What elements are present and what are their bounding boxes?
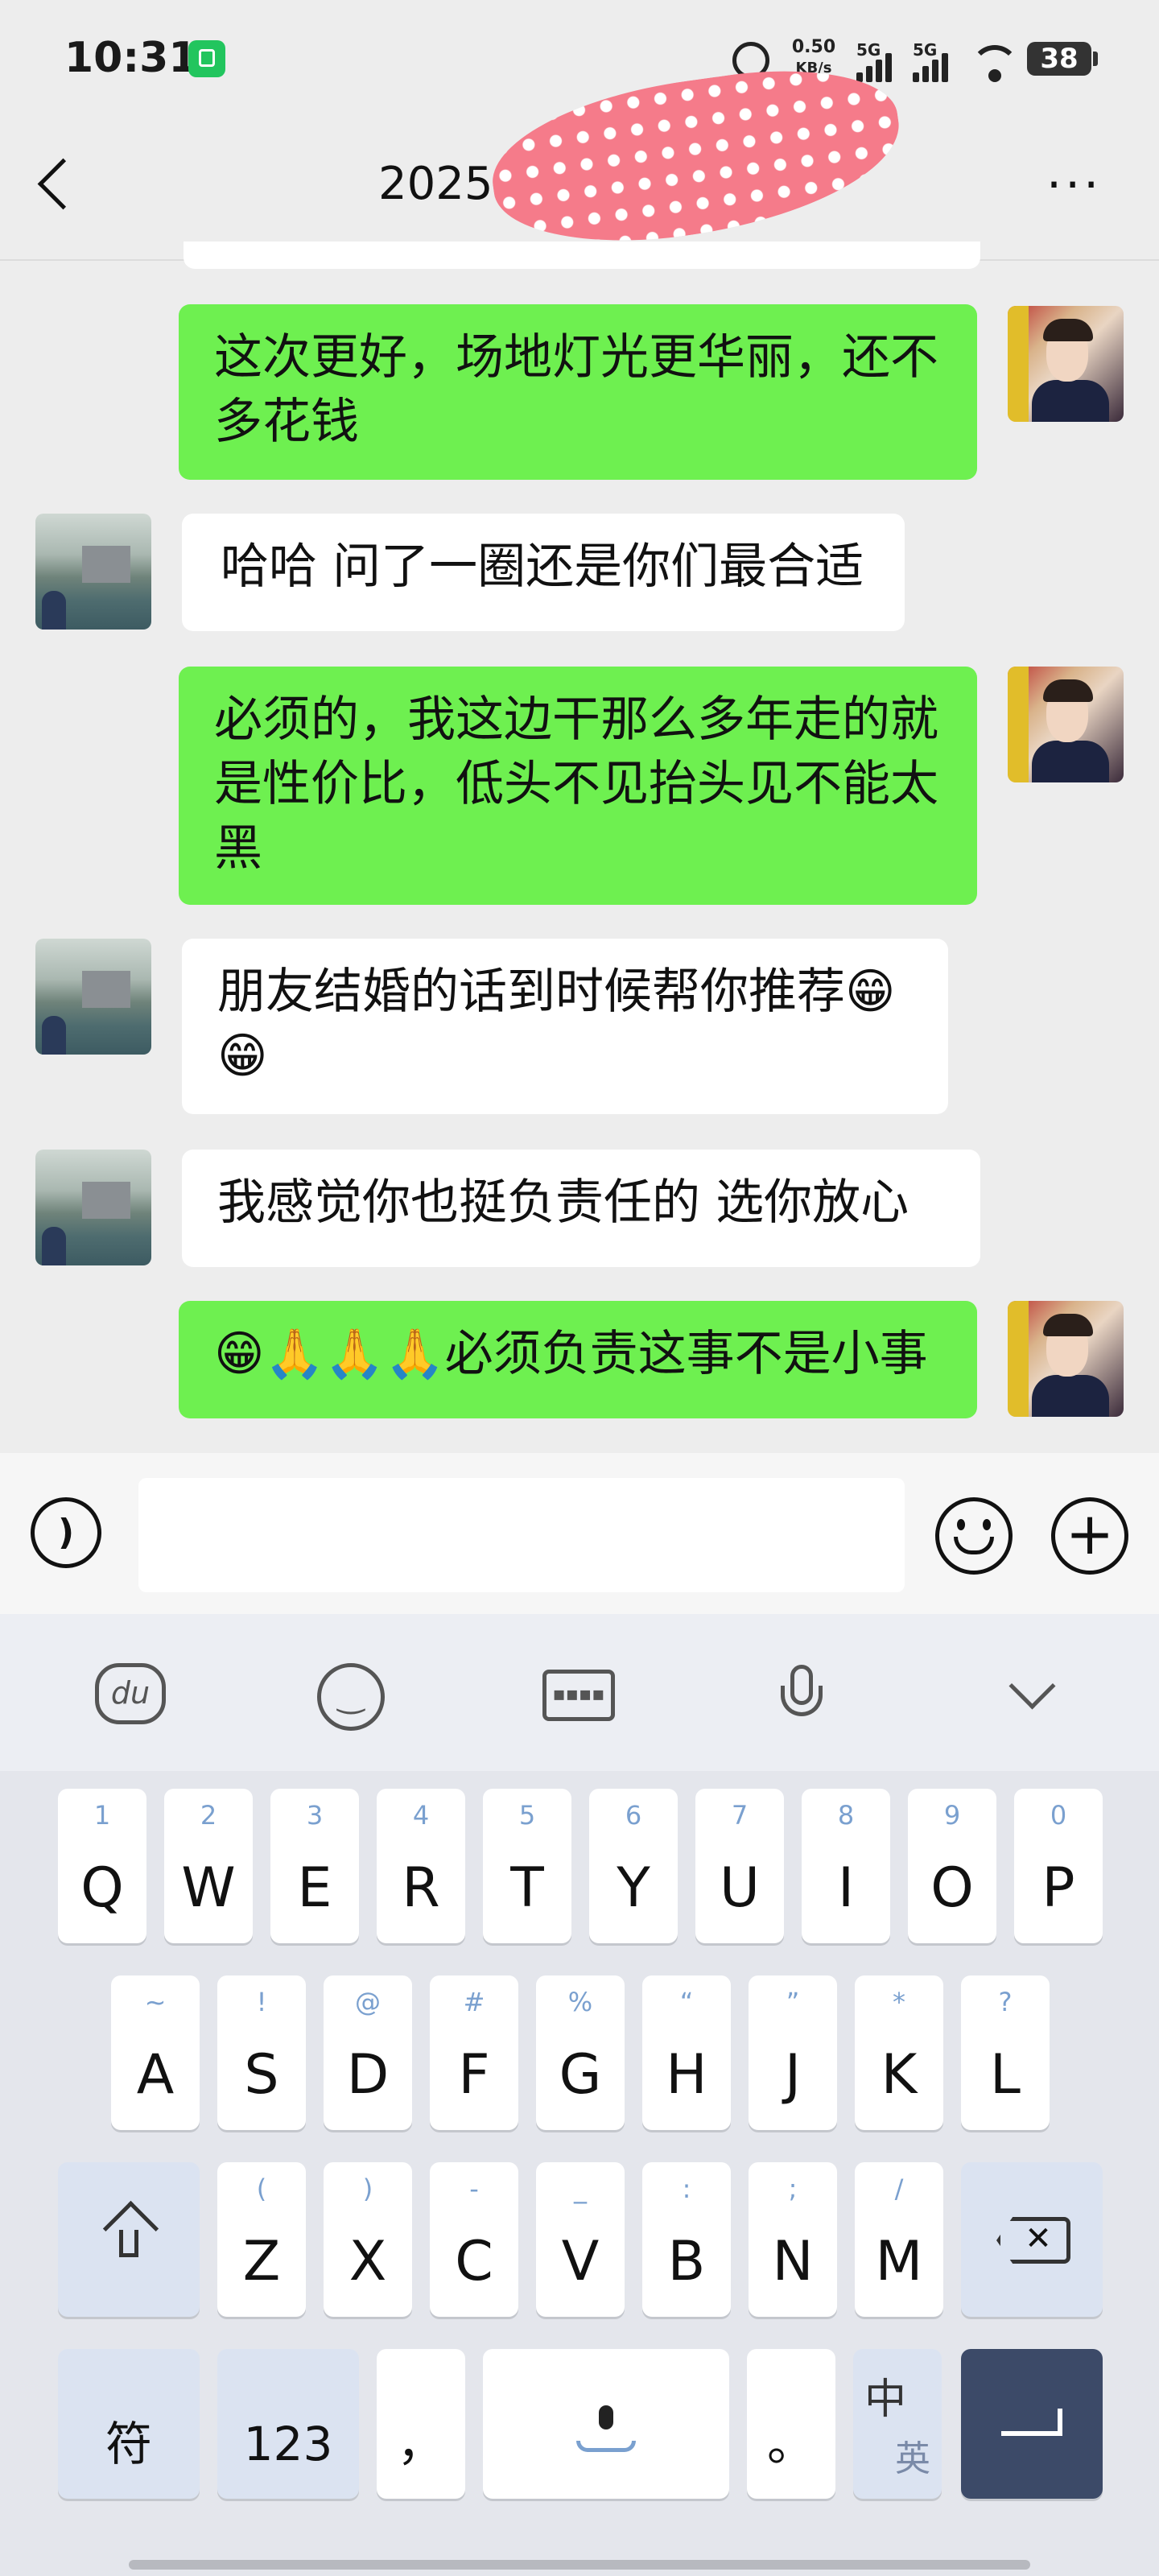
emoji-icon[interactable] bbox=[935, 1497, 1013, 1575]
key-i[interactable]: 8I bbox=[802, 1789, 890, 1943]
key-a[interactable]: ~ A bbox=[111, 1975, 200, 2130]
key-h[interactable]: “H bbox=[642, 1975, 731, 2130]
enter-key[interactable] bbox=[961, 2349, 1103, 2499]
key-c[interactable]: -C bbox=[430, 2162, 518, 2317]
key-w[interactable]: 2W bbox=[164, 1789, 253, 1943]
keyboard-icon[interactable]: ▪▪▪▪ bbox=[542, 1670, 615, 1721]
backspace-key[interactable]: ✕ bbox=[961, 2162, 1103, 2317]
key-z[interactable]: (Z bbox=[217, 2162, 306, 2317]
message-bubble-me[interactable]: 😁🙏🙏🙏必须负责这事不是小事 bbox=[179, 1301, 977, 1418]
key-e[interactable]: 3E bbox=[270, 1789, 359, 1943]
message-input[interactable] bbox=[138, 1478, 905, 1592]
message-bubble-other[interactable]: 哈哈 问了一圈还是你们最合适 bbox=[182, 514, 905, 631]
key-f[interactable]: # F bbox=[430, 1975, 518, 2130]
plus-icon[interactable]: + bbox=[1051, 1497, 1128, 1575]
signal-icon-1: 5G bbox=[856, 40, 898, 82]
my-avatar[interactable] bbox=[1008, 667, 1124, 782]
network-label-2: 5G bbox=[913, 40, 938, 60]
back-button[interactable] bbox=[37, 158, 89, 210]
key-s[interactable]: ! S bbox=[217, 1975, 306, 2130]
network-label-1: 5G bbox=[856, 40, 881, 60]
period-key[interactable]: 。 bbox=[747, 2349, 835, 2499]
message-bubble-me[interactable]: 这次更好，场地灯光更华丽，还不多花钱 bbox=[179, 304, 977, 480]
my-avatar[interactable] bbox=[1008, 306, 1124, 422]
chevron-down-icon[interactable] bbox=[1006, 1662, 1056, 1728]
battery-icon: 38 bbox=[1027, 42, 1091, 76]
lang-top: 中 bbox=[864, 2376, 907, 2424]
app-notification-icon bbox=[188, 40, 225, 77]
message-bubble-other[interactable]: 我感觉你也挺负责任的 选你放心 bbox=[182, 1150, 980, 1267]
microphone-icon[interactable] bbox=[777, 1663, 826, 1728]
signal-icon-2: 5G bbox=[913, 40, 955, 82]
home-indicator[interactable] bbox=[129, 2560, 1030, 2570]
key-d[interactable]: @ D bbox=[324, 1975, 412, 2130]
key-k[interactable]: * K bbox=[855, 1975, 943, 2130]
key-u[interactable]: 7U bbox=[695, 1789, 784, 1943]
comma-key[interactable]: ， bbox=[377, 2349, 465, 2499]
key-j[interactable]: ” J bbox=[749, 1975, 837, 2130]
numbers-key[interactable]: 123 bbox=[217, 2349, 359, 2499]
contact-avatar[interactable] bbox=[35, 1150, 151, 1265]
space-mic-icon bbox=[576, 2405, 636, 2452]
battery-tip bbox=[1093, 52, 1098, 66]
language-switch-key[interactable]: 中 英 bbox=[853, 2349, 942, 2499]
status-time: 10:31 bbox=[64, 34, 198, 82]
key-b[interactable]: :B bbox=[642, 2162, 731, 2317]
speed-value: 0.50 bbox=[791, 37, 836, 57]
lang-bottom: 英 bbox=[895, 2438, 930, 2479]
my-avatar[interactable] bbox=[1008, 1301, 1124, 1417]
voice-icon[interactable]: ) bbox=[31, 1497, 101, 1568]
backspace-icon: ✕ bbox=[996, 2217, 1070, 2264]
key-g[interactable]: % G bbox=[536, 1975, 625, 2130]
key-m[interactable]: / M bbox=[855, 2162, 943, 2317]
wifi-icon bbox=[971, 45, 1019, 82]
previous-message-bubble bbox=[184, 242, 980, 269]
key-t[interactable]: 5T bbox=[483, 1789, 571, 1943]
contact-avatar[interactable] bbox=[35, 514, 151, 630]
key-x[interactable]: ) X bbox=[324, 2162, 412, 2317]
shift-icon bbox=[102, 2200, 159, 2257]
key-y[interactable]: 6Y bbox=[589, 1789, 678, 1943]
message-bubble-me[interactable]: 必须的，我这边干那么多年走的就是性价比，低头不见抬头见不能太黑 bbox=[179, 667, 977, 905]
shift-key[interactable] bbox=[58, 2162, 200, 2317]
contact-avatar[interactable] bbox=[35, 939, 151, 1055]
key-q[interactable]: 1Q bbox=[58, 1789, 146, 1943]
key-v[interactable]: _ V bbox=[536, 2162, 625, 2317]
du-logo-icon[interactable]: du bbox=[95, 1663, 166, 1724]
enter-icon bbox=[1001, 2409, 1062, 2436]
space-key[interactable] bbox=[483, 2349, 729, 2499]
more-options-button[interactable]: ··· bbox=[1046, 161, 1102, 209]
key-r[interactable]: 4R bbox=[377, 1789, 465, 1943]
key-n[interactable]: ; N bbox=[749, 2162, 837, 2317]
smiley-icon[interactable]: ‿ bbox=[317, 1663, 385, 1731]
key-o[interactable]: 9O bbox=[908, 1789, 996, 1943]
symbols-key[interactable]: 符 bbox=[58, 2349, 200, 2499]
message-bubble-other[interactable]: 朋友结婚的话到时候帮你推荐😁😁 bbox=[182, 939, 948, 1114]
chat-title: 2025 bbox=[378, 158, 493, 210]
key-p[interactable]: 0P bbox=[1014, 1789, 1103, 1943]
key-l[interactable]: ? L bbox=[961, 1975, 1050, 2130]
